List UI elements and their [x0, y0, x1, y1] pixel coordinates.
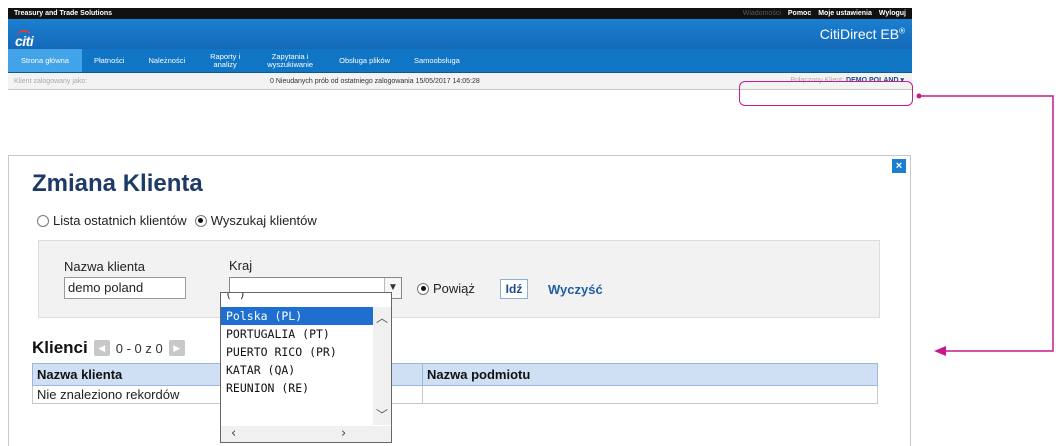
change-client-dialog: × Zmiana Klienta Lista ostatnich klientó… — [8, 155, 911, 446]
failed-logins-text: 0 Nieudanych prób od ostatniego zalogowa… — [270, 77, 480, 85]
prev-page-icon[interactable]: ◀ — [93, 340, 110, 356]
option-reunion[interactable]: REUNION (RE) — [221, 379, 374, 397]
client-name-label: Nazwa klienta — [64, 259, 145, 274]
option-qatar[interactable]: KATAR (QA) — [221, 361, 374, 379]
results-title: Klienci — [32, 338, 88, 357]
recent-clients-option[interactable]: Lista ostatnich klientów — [37, 213, 187, 228]
settings-link[interactable]: Moje ustawienia — [818, 8, 872, 19]
dialog-title: Zmiana Klienta — [32, 170, 203, 197]
option-poland[interactable]: Polska (PL) — [221, 307, 374, 325]
search-radio[interactable] — [194, 214, 207, 227]
nav-payments[interactable]: Płatności — [82, 49, 136, 72]
scroll-left-icon[interactable]: ‹ — [231, 426, 236, 441]
link-option[interactable]: Powiąż — [417, 281, 475, 296]
empty-message: Nie znaleziono rekordów — [32, 385, 233, 404]
recent-radio[interactable] — [37, 214, 49, 227]
clear-link[interactable]: Wyczyść — [548, 282, 603, 297]
scroll-up-icon[interactable]: ︿ — [376, 309, 388, 326]
search-panel: Nazwa klienta demo poland Kraj ▼ Powiąż … — [38, 240, 880, 318]
pager-text: 0 - 0 z 0 — [115, 340, 163, 356]
page: Treasury and Trade Solutions Wiadomości … — [0, 0, 1056, 446]
link-radio[interactable] — [417, 282, 429, 295]
main-nav: Strona główna Płatności Należności Rapor… — [8, 49, 912, 73]
close-icon[interactable]: × — [892, 159, 906, 173]
citi-logo: citi — [15, 32, 34, 49]
results-table: Nazwa klienta Identyfikator Nazwa podmio… — [32, 363, 878, 404]
next-page-icon[interactable]: ▶ — [168, 340, 185, 356]
nav-inquiries[interactable]: Zapytania i wyszukiwanie — [253, 49, 327, 72]
messages-link[interactable]: Wiadomości — [743, 8, 781, 19]
nav-self-service[interactable]: Samoobsługa — [402, 49, 472, 72]
logged-in-as: Klient zalogowany jako: — [14, 77, 88, 85]
brand-name: Treasury and Trade Solutions — [14, 10, 113, 17]
col-client-name[interactable]: Nazwa klienta — [32, 363, 233, 386]
brand-bar: citi CitiDirect EB® — [8, 19, 912, 49]
nav-home[interactable]: Strona główna — [8, 49, 82, 72]
country-dropdown-list[interactable]: ( ) Polska (PL) PORTUGALIA (PT) PUERTO R… — [220, 292, 392, 443]
mode-radio-group: Lista ostatnich klientów Wyszukaj klient… — [37, 213, 317, 228]
horizontal-scrollbar[interactable]: ‹ › — [221, 426, 391, 442]
search-clients-option[interactable]: Wyszukaj klientów — [194, 213, 317, 228]
scroll-right-icon[interactable]: › — [341, 426, 346, 441]
nav-receivables[interactable]: Należności — [136, 49, 197, 72]
option-portugal[interactable]: PORTUGALIA (PT) — [221, 325, 374, 343]
dropdown-options: Polska (PL) PORTUGALIA (PT) PUERTO RICO … — [221, 307, 374, 397]
table-header-row: Nazwa klienta Identyfikator Nazwa podmio… — [32, 363, 878, 386]
help-link[interactable]: Pomoc — [788, 8, 811, 19]
col-entity-name[interactable]: Nazwa podmiotu — [422, 363, 878, 386]
nav-reports[interactable]: Raporty i analizy — [197, 49, 253, 72]
product-name: CitiDirect EB® — [819, 26, 905, 42]
go-button[interactable]: Idź — [500, 279, 528, 299]
scroll-down-icon[interactable]: ﹀ — [376, 406, 388, 423]
option-puerto-rico[interactable]: PUERTO RICO (PR) — [221, 343, 374, 361]
nav-file-services[interactable]: Obsługa plików — [327, 49, 402, 72]
table-row: Nie znaleziono rekordów — [32, 385, 878, 404]
logout-link[interactable]: Wyloguj — [879, 8, 906, 19]
client-name-input[interactable]: demo poland — [64, 277, 186, 299]
connected-client-highlight — [739, 81, 913, 106]
results-header: Klienci ◀ 0 - 0 z 0 ▶ — [32, 338, 185, 358]
vertical-scrollbar[interactable]: ︿ ﹀ — [373, 307, 391, 425]
top-utility-bar: Treasury and Trade Solutions Wiadomości … — [8, 8, 912, 19]
dropdown-partial-option: ( ) — [225, 292, 246, 301]
country-label: Kraj — [229, 258, 253, 273]
